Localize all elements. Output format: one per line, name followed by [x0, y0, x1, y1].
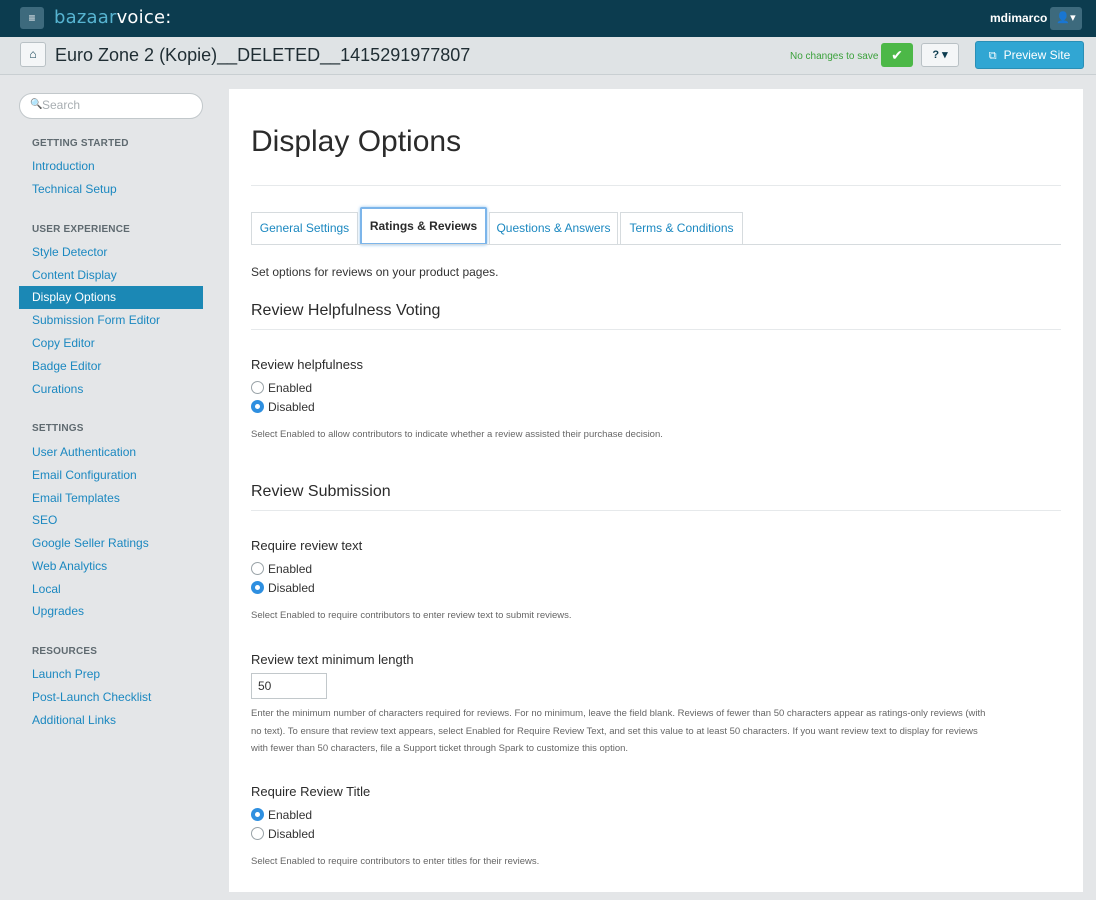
radio-button[interactable] — [251, 827, 264, 840]
preview-site-button[interactable]: ⧉ Preview Site — [975, 41, 1084, 69]
search-input[interactable] — [42, 98, 192, 112]
sidebar-item-content-display[interactable]: Content Display — [32, 268, 117, 282]
site-title: Euro Zone 2 (Kopie)__DELETED__1415291977… — [55, 45, 471, 65]
preview-site-label: Preview Site — [1003, 48, 1071, 62]
field-label-min-length: Review text minimum length — [251, 652, 414, 667]
sidebar-item-style-detector[interactable]: Style Detector — [32, 245, 107, 259]
radio-label: Disabled — [268, 581, 315, 595]
sidebar-item-submission-form-editor[interactable]: Submission Form Editor — [32, 313, 160, 327]
tab-terms-conditions[interactable]: Terms & Conditions — [620, 212, 743, 245]
logo-part-voice: voice: — [116, 7, 172, 28]
sidebar-section-getting-started: GETTING STARTED — [32, 138, 129, 149]
min-length-input[interactable] — [251, 673, 327, 699]
user-menu-icon[interactable]: 👤▾ — [1050, 7, 1082, 30]
sidebar-item-launch-prep[interactable]: Launch Prep — [32, 667, 100, 681]
search-icon: 🔍 — [30, 99, 43, 110]
radio-require-title-enabled[interactable]: Enabled — [251, 808, 312, 822]
radio-label: Enabled — [268, 808, 313, 822]
sidebar-item-post-launch-checklist[interactable]: Post-Launch Checklist — [32, 690, 151, 704]
radio-button-selected[interactable] — [251, 808, 264, 821]
help-text-helpfulness: Select Enabled to allow contributors to … — [251, 429, 663, 440]
radio-require-title-disabled[interactable]: Disabled — [251, 827, 315, 841]
username: mdimarco — [990, 11, 1048, 25]
home-icon[interactable]: ⌂ — [20, 42, 46, 67]
sidebar-item-introduction[interactable]: Introduction — [32, 159, 95, 173]
radio-require-text-disabled[interactable]: Disabled — [251, 581, 315, 595]
radio-button[interactable] — [251, 381, 264, 394]
bazaarvoice-logo[interactable]: bazaarvoice: — [54, 7, 171, 28]
page-title: Display Options — [251, 125, 462, 158]
sidebar-item-google-seller-ratings[interactable]: Google Seller Ratings — [32, 536, 149, 550]
tabs-baseline — [251, 244, 1061, 245]
sidebar-item-local[interactable]: Local — [32, 582, 61, 596]
sidebar-item-email-templates[interactable]: Email Templates — [32, 491, 120, 505]
radio-require-text-enabled[interactable]: Enabled — [251, 562, 312, 576]
sidebar-item-user-authentication[interactable]: User Authentication — [32, 445, 136, 459]
sidebar-item-additional-links[interactable]: Additional Links — [32, 713, 116, 727]
sidebar-item-technical-setup[interactable]: Technical Setup — [32, 182, 117, 196]
help-text-require-title: Select Enabled to require contributors t… — [251, 856, 540, 867]
sidebar-item-curations[interactable]: Curations — [32, 382, 83, 396]
radio-helpfulness-enabled[interactable]: Enabled — [251, 381, 312, 395]
sidebar-section-user-experience: USER EXPERIENCE — [32, 224, 131, 235]
sidebar-item-seo[interactable]: SEO — [32, 513, 57, 527]
sidebar-item-display-options[interactable]: Display Options — [19, 286, 203, 309]
radio-button-selected[interactable] — [251, 400, 264, 413]
sidebar-section-resources: RESOURCES — [32, 646, 98, 657]
sidebar-item-badge-editor[interactable]: Badge Editor — [32, 359, 101, 373]
radio-helpfulness-disabled[interactable]: Disabled — [251, 400, 315, 414]
sidebar-item-upgrades[interactable]: Upgrades — [32, 604, 84, 618]
top-navbar: ≡ bazaarvoice: mdimarco 👤▾ — [0, 0, 1096, 37]
help-text-min-length: Enter the minimum number of characters r… — [251, 708, 986, 754]
checkmark-icon: ✔ — [891, 47, 903, 63]
radio-button-selected[interactable] — [251, 581, 264, 594]
tab-general-settings[interactable]: General Settings — [251, 212, 358, 245]
radio-label: Disabled — [268, 400, 315, 414]
field-label-review-helpfulness: Review helpfulness — [251, 357, 364, 372]
logo-part-bazaar: bazaar — [54, 7, 117, 28]
divider — [251, 329, 1061, 330]
section-title-submission: Review Submission — [251, 483, 391, 500]
radio-label: Enabled — [268, 562, 313, 576]
menu-icon[interactable]: ≡ — [20, 7, 44, 29]
help-icon: ? — [932, 49, 940, 61]
help-menu-button[interactable]: ? ▾ — [921, 43, 959, 67]
section-title-helpfulness: Review Helpfulness Voting — [251, 302, 441, 319]
field-label-require-review-text: Require review text — [251, 538, 363, 553]
site-header: ⌂ Euro Zone 2 (Kopie)__DELETED__14152919… — [0, 37, 1096, 75]
help-text-require-text: Select Enabled to require contributors t… — [251, 610, 572, 621]
sidebar-search: 🔍 — [19, 93, 203, 119]
save-button[interactable]: ✔ — [881, 43, 913, 67]
tab-questions-answers[interactable]: Questions & Answers — [489, 212, 618, 245]
sidebar-item-copy-editor[interactable]: Copy Editor — [32, 336, 95, 350]
save-status: No changes to save — [790, 51, 879, 62]
divider — [251, 510, 1061, 511]
intro-text: Set options for reviews on your product … — [251, 265, 499, 279]
radio-button[interactable] — [251, 562, 264, 575]
radio-label: Enabled — [268, 381, 313, 395]
tab-ratings-reviews[interactable]: Ratings & Reviews — [360, 207, 487, 245]
sidebar-item-email-configuration[interactable]: Email Configuration — [32, 468, 137, 482]
sidebar-item-web-analytics[interactable]: Web Analytics — [32, 559, 107, 573]
field-label-require-review-title: Require Review Title — [251, 784, 371, 799]
sidebar-section-settings: SETTINGS — [32, 423, 84, 434]
radio-label: Disabled — [268, 827, 315, 841]
divider — [251, 185, 1061, 186]
external-link-icon: ⧉ — [988, 50, 997, 62]
main-panel: Display Options General Settings Ratings… — [229, 89, 1083, 892]
